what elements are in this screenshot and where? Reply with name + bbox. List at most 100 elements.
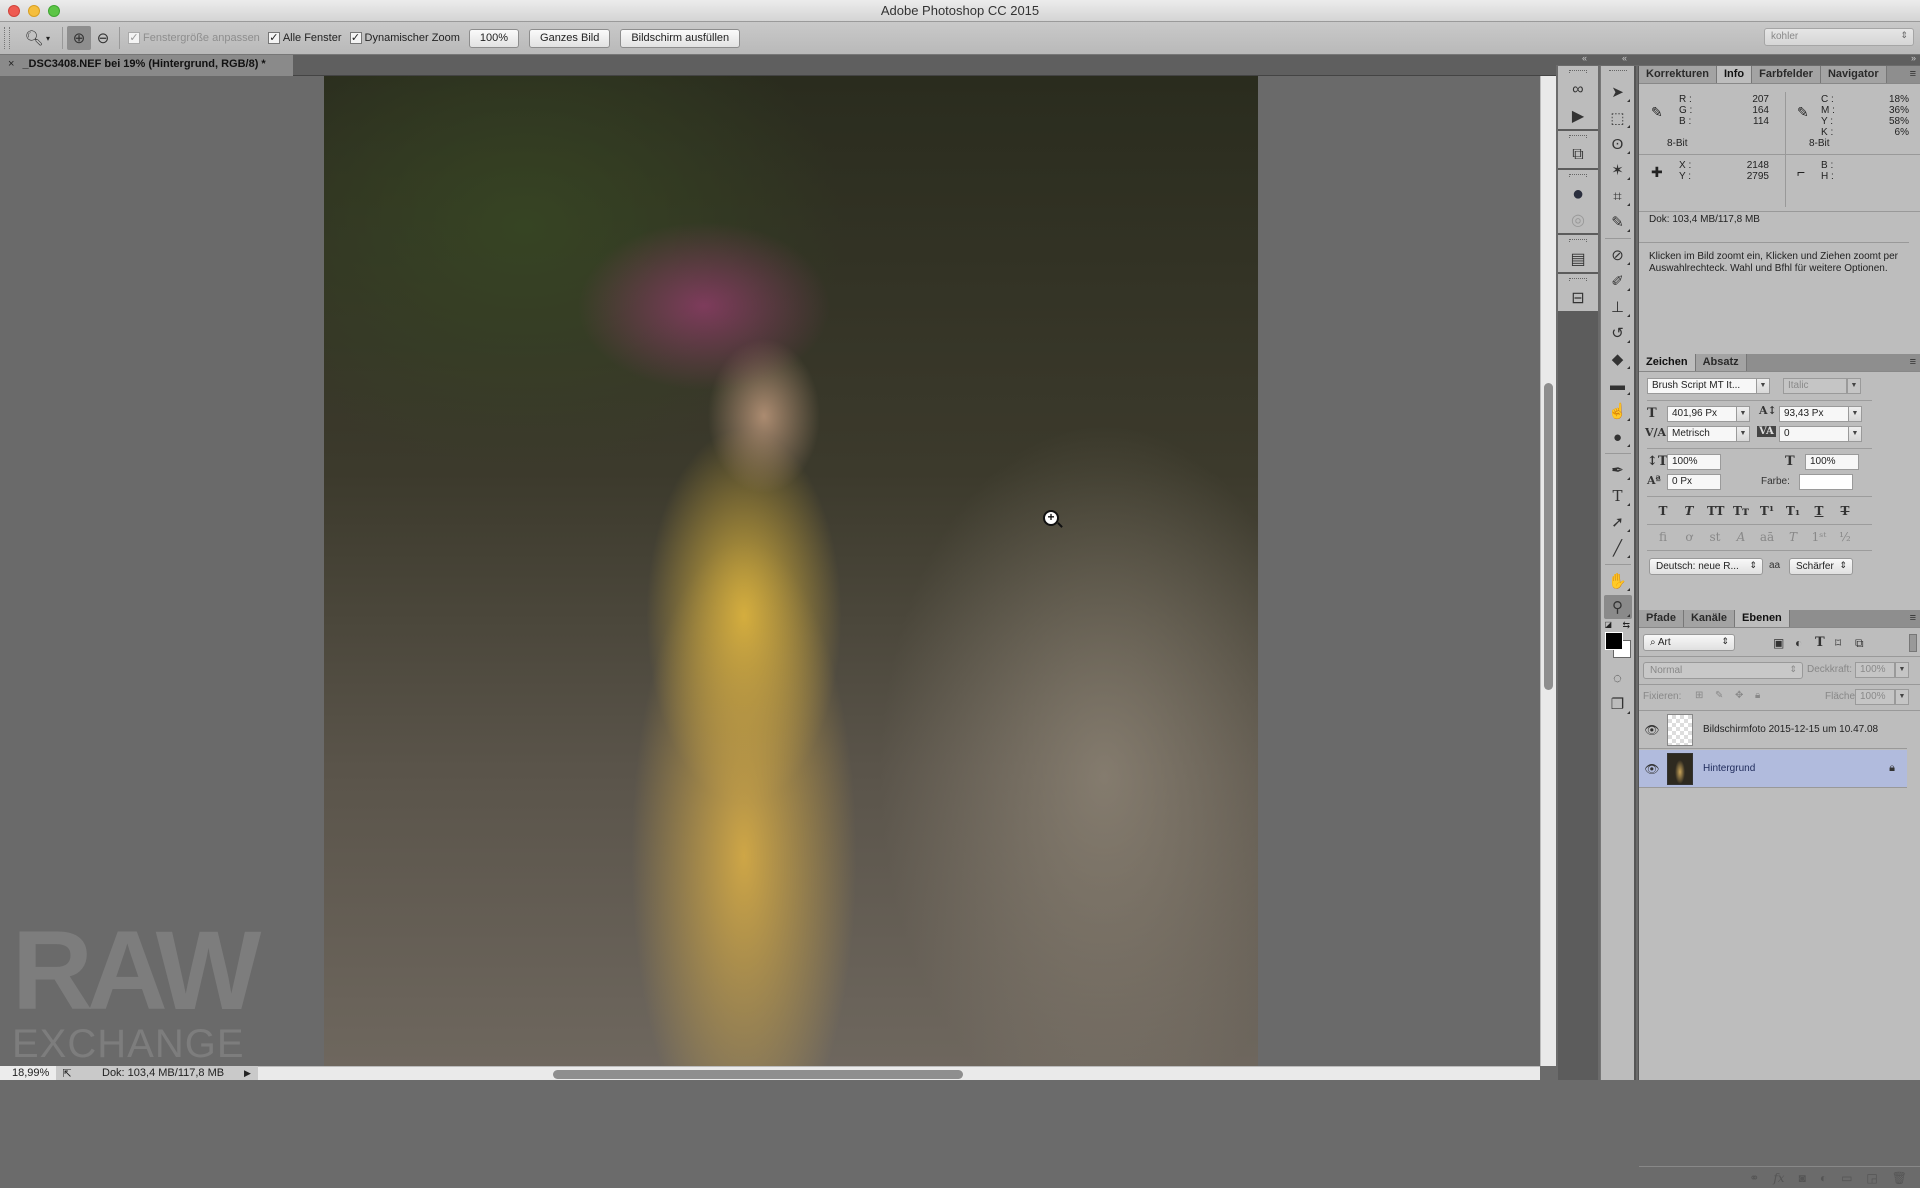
- adjustment-layer-icon[interactable]: ◐: [1820, 1171, 1827, 1185]
- add-mask-icon[interactable]: ◙: [1799, 1171, 1806, 1185]
- opacity-dropdown[interactable]: ▼: [1895, 662, 1909, 678]
- crop-tool-icon[interactable]: ⌗: [1604, 184, 1632, 208]
- tab-info[interactable]: Info: [1716, 66, 1753, 83]
- swap-colors-icon[interactable]: ⇆: [1623, 620, 1631, 631]
- fit-screen-button[interactable]: Ganzes Bild: [529, 28, 611, 48]
- photo-canvas[interactable]: +: [324, 76, 1258, 1066]
- tab-zeichen[interactable]: Zeichen: [1639, 354, 1696, 371]
- font-style-dropdown[interactable]: ▼: [1847, 378, 1861, 394]
- eyedropper-cmyk-icon[interactable]: ✎: [1797, 104, 1809, 121]
- preset-dropdown-arrow-icon[interactable]: ▾: [46, 34, 50, 43]
- group-grip[interactable]: [1569, 239, 1587, 242]
- layer-row[interactable]: 👁︎ Hintergrund 🔒︎: [1639, 750, 1907, 788]
- filter-shape-icon[interactable]: ⌑: [1835, 636, 1841, 650]
- tab-kanaele[interactable]: Kanäle: [1683, 610, 1736, 627]
- visibility-eye-icon[interactable]: 👁︎: [1639, 723, 1665, 737]
- link-layers-icon[interactable]: ⚭: [1749, 1171, 1759, 1185]
- horizontal-scrollbar[interactable]: [258, 1066, 1540, 1080]
- discretionary-ligatures-button[interactable]: ơ: [1681, 530, 1697, 544]
- underline-button[interactable]: T: [1811, 504, 1827, 518]
- filter-smart-object-icon[interactable]: ⧉: [1855, 636, 1864, 651]
- lock-transparent-icon[interactable]: ⊞: [1695, 690, 1703, 701]
- tracking-field[interactable]: 0: [1779, 426, 1849, 442]
- swash-button[interactable]: A: [1733, 530, 1749, 544]
- eyedropper-rgb-icon[interactable]: ✎: [1651, 104, 1663, 121]
- kerning-dropdown[interactable]: ▼: [1736, 426, 1750, 442]
- close-tab-icon[interactable]: ×: [8, 58, 14, 73]
- lock-all-icon[interactable]: 🔒︎: [1755, 690, 1760, 701]
- path-selection-tool-icon[interactable]: ➚: [1604, 510, 1632, 534]
- antialias-select[interactable]: Schärfer ⇕: [1789, 558, 1853, 575]
- horizontal-scroll-thumb[interactable]: [552, 1070, 964, 1079]
- layer-row[interactable]: 👁︎ Bildschirmfoto 2015-12-15 um 10.47.08: [1639, 711, 1907, 749]
- gradient-tool-icon[interactable]: ▬: [1604, 373, 1632, 397]
- panel-menu-icon[interactable]: ≡: [1910, 612, 1916, 624]
- fractions-button[interactable]: ½: [1837, 530, 1853, 544]
- stylistic-set-button[interactable]: T: [1785, 530, 1801, 544]
- language-select[interactable]: Deutsch: neue R... ⇕: [1649, 558, 1763, 575]
- subscript-button[interactable]: T₁: [1785, 504, 1801, 518]
- tracking-dropdown[interactable]: ▼: [1848, 426, 1862, 442]
- creative-cloud-icon[interactable]: ∞: [1564, 77, 1592, 103]
- tab-pfade[interactable]: Pfade: [1639, 610, 1684, 627]
- fill-screen-button[interactable]: Bildschirm ausfüllen: [620, 28, 741, 48]
- panel-menu-icon[interactable]: ≡: [1910, 68, 1916, 80]
- zoom-out-icon[interactable]: ⊖: [91, 26, 115, 50]
- stylistic-alternates-button[interactable]: st: [1707, 530, 1723, 544]
- filter-toggle-switch[interactable]: [1909, 634, 1917, 652]
- pen-tool-icon[interactable]: ✒: [1604, 458, 1632, 482]
- all-caps-button[interactable]: TT: [1707, 504, 1724, 518]
- group-grip[interactable]: [1569, 70, 1587, 73]
- collapse-toolbar-icon[interactable]: «: [1622, 53, 1627, 63]
- panel-menu-icon[interactable]: ≡: [1910, 356, 1916, 368]
- baseline-shift-field[interactable]: 0 Px: [1667, 474, 1721, 490]
- blend-mode-select[interactable]: Normal ⇕: [1643, 662, 1803, 679]
- quick-mask-icon[interactable]: ◌: [1604, 666, 1632, 690]
- canvas-area[interactable]: + RAW EXCHANGE: [0, 76, 1540, 1066]
- tab-farbfelder[interactable]: Farbfelder: [1752, 66, 1821, 83]
- new-group-icon[interactable]: ▭: [1841, 1171, 1852, 1185]
- expand-panels-icon[interactable]: »: [1911, 53, 1916, 63]
- fx-icon[interactable]: fx: [1773, 1171, 1784, 1185]
- history-brush-tool-icon[interactable]: ↺: [1604, 321, 1632, 345]
- faux-bold-button[interactable]: T: [1655, 504, 1671, 518]
- collapse-icon-panel-icon[interactable]: «: [1582, 53, 1587, 63]
- small-caps-button[interactable]: Tт: [1733, 504, 1749, 518]
- faux-italic-button[interactable]: T: [1681, 504, 1697, 518]
- group-grip[interactable]: [1569, 174, 1587, 177]
- leading-dropdown[interactable]: ▼: [1848, 406, 1862, 422]
- fill-dropdown[interactable]: ▼: [1895, 689, 1909, 705]
- toolbar-grip[interactable]: [1608, 70, 1627, 73]
- visibility-eye-icon[interactable]: 👁︎: [1639, 762, 1665, 776]
- ordinals-button[interactable]: 1ˢᵗ: [1811, 530, 1827, 544]
- status-menu-arrow-icon[interactable]: ▶: [244, 1068, 258, 1079]
- magic-wand-tool-icon[interactable]: ✶: [1604, 158, 1632, 182]
- screen-mode-icon[interactable]: ❐: [1604, 692, 1632, 716]
- text-color-swatch[interactable]: [1799, 474, 1853, 490]
- filter-type-icon[interactable]: T: [1815, 635, 1825, 650]
- fill-field[interactable]: 100%: [1855, 689, 1895, 705]
- zoom-tool-icon[interactable]: ⚲: [1603, 595, 1632, 619]
- brush-tool-icon[interactable]: ✐: [1604, 269, 1632, 293]
- zoom-in-icon[interactable]: ⊕: [67, 26, 92, 50]
- tab-korrekturen[interactable]: Korrekturen: [1639, 66, 1717, 83]
- filter-pixel-icon[interactable]: ▣: [1773, 636, 1784, 650]
- font-size-dropdown[interactable]: ▼: [1736, 406, 1750, 422]
- superscript-button[interactable]: T¹: [1759, 504, 1775, 518]
- scrubby-zoom-checkbox[interactable]: ✓ Dynamischer Zoom: [349, 32, 460, 44]
- line-tool-icon[interactable]: ╱: [1604, 536, 1632, 560]
- new-layer-icon[interactable]: ◲: [1866, 1171, 1877, 1185]
- folder-icon[interactable]: ▤: [1564, 246, 1592, 272]
- clone-source-icon[interactable]: ⧉: [1564, 142, 1592, 168]
- group-grip[interactable]: [1569, 278, 1587, 281]
- font-family-field[interactable]: Brush Script MT It...: [1647, 378, 1757, 394]
- tab-navigator[interactable]: Navigator: [1820, 66, 1887, 83]
- trash-icon[interactable]: 🗑︎: [1892, 1171, 1907, 1185]
- move-tool-icon[interactable]: ➤: [1604, 80, 1632, 104]
- kerning-field[interactable]: Metrisch: [1667, 426, 1737, 442]
- toolbox-icon[interactable]: ⊟: [1564, 285, 1592, 311]
- strikethrough-button[interactable]: T: [1837, 504, 1853, 518]
- ligatures-button[interactable]: ﬁ: [1655, 530, 1671, 544]
- share-icon[interactable]: ⇱: [56, 1067, 78, 1080]
- zoom-level-field[interactable]: 18,99%: [0, 1066, 56, 1080]
